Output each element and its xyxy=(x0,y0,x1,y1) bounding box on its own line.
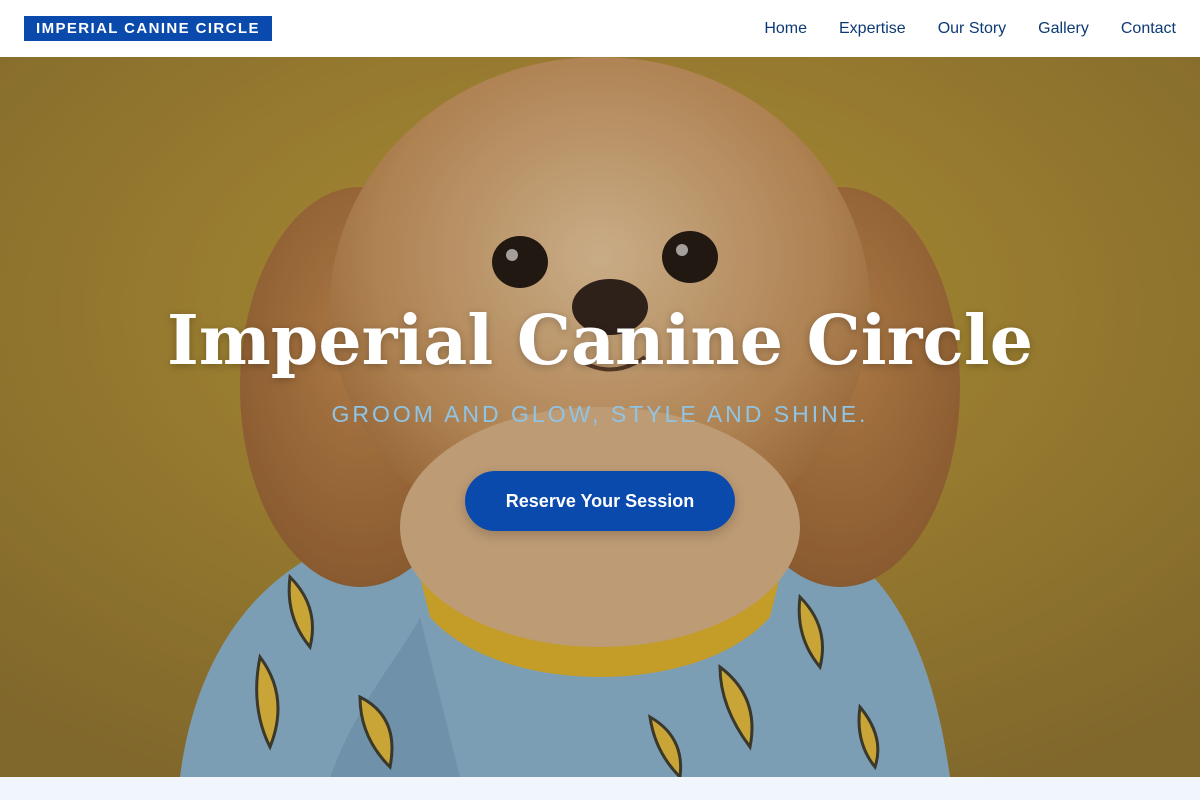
main-nav: Home Expertise Our Story Gallery Contact xyxy=(764,20,1176,38)
next-section-edge xyxy=(0,777,1200,800)
hero-section: Imperial Canine Circle GROOM AND GLOW, S… xyxy=(0,57,1200,777)
site-logo[interactable]: IMPERIAL CANINE CIRCLE xyxy=(24,16,272,41)
site-header: IMPERIAL CANINE CIRCLE Home Expertise Ou… xyxy=(0,0,1200,57)
nav-link-our-story[interactable]: Our Story xyxy=(938,20,1006,38)
hero-tagline: GROOM AND GLOW, STYLE AND SHINE. xyxy=(331,401,869,427)
hero-content: Imperial Canine Circle GROOM AND GLOW, S… xyxy=(0,57,1200,777)
hero-title: Imperial Canine Circle xyxy=(167,301,1033,381)
nav-link-expertise[interactable]: Expertise xyxy=(839,20,906,38)
nav-link-gallery[interactable]: Gallery xyxy=(1038,20,1089,38)
nav-link-contact[interactable]: Contact xyxy=(1121,20,1176,38)
nav-link-home[interactable]: Home xyxy=(764,20,807,38)
reserve-session-button[interactable]: Reserve Your Session xyxy=(465,471,735,531)
